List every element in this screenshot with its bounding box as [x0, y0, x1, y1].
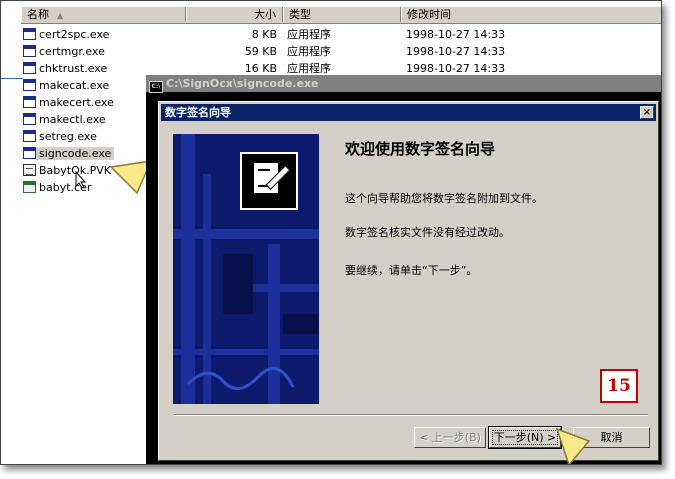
wizard-description-2: 数字签名核实文件没有经过改动。 [345, 226, 510, 239]
exe-icon [23, 79, 36, 91]
file-name-label: makectl.exe [39, 113, 106, 126]
close-button[interactable]: × [640, 106, 654, 119]
button-separator [173, 414, 648, 416]
mouse-cursor-icon [75, 171, 87, 189]
file-name[interactable]: makectl.exe [23, 111, 106, 128]
file-name-label: makecert.exe [39, 96, 114, 109]
file-name-label: certmgr.exe [39, 45, 105, 58]
wizard-description-3: 要继续，请单击“下一步”。 [345, 264, 478, 277]
file-list-header: 名称 ▲ 大小 类型 修改时间 [21, 7, 661, 24]
file-name[interactable]: chktrust.exe [23, 60, 107, 77]
file-name-label: signcode.exe [36, 147, 115, 160]
file-type: 应用程序 [287, 28, 331, 41]
file-name-label: setreg.exe [39, 130, 97, 143]
back-button[interactable]: < 上一步(B) [414, 427, 486, 448]
console-title: C:\SignOcx\signcode.exe [166, 77, 319, 90]
wizard-title: 数字签名向导 [165, 106, 231, 119]
column-header-modified[interactable]: 修改时间 [401, 7, 661, 22]
exe-icon [23, 28, 36, 40]
banner-block [283, 314, 319, 334]
file-size: 59 KB [244, 45, 277, 58]
file-name-label: makecat.exe [39, 79, 110, 92]
file-row[interactable]: certmgr.exe 59 KB 应用程序 1998-10-27 14:33 [1, 43, 661, 60]
certificate-icon [23, 181, 36, 193]
file-name[interactable]: makecat.exe [23, 77, 109, 94]
file-name[interactable]: BabytOk.PVK [23, 162, 111, 179]
sort-ascending-icon: ▲ [57, 11, 64, 20]
file-modified: 1998-10-27 14:33 [406, 28, 506, 41]
signature-scribble-icon [186, 367, 295, 390]
screenshot-frame: 名称 ▲ 大小 类型 修改时间 cert2spc.exe 8 KB 应用程序 1998-… [0, 0, 662, 465]
exe-icon [23, 113, 36, 125]
file-name-label: cert2spc.exe [39, 28, 110, 41]
file-name-label: chktrust.exe [39, 62, 108, 75]
exe-icon [23, 147, 36, 159]
file-row[interactable]: cert2spc.exe 8 KB 应用程序 1998-10-27 14:33 [1, 26, 661, 43]
step-number-badge: 15 [600, 369, 638, 403]
signing-wizard-dialog: 数字签名向导 × 欢迎使用数字签名向导 这个向导帮助您将数字签名附加到文件。 数… [158, 101, 659, 461]
cert-exe-icon [23, 45, 36, 57]
wizard-description-1: 这个向导帮助您将数字签名附加到文件。 [345, 192, 543, 205]
callout-pointer-icon [555, 427, 591, 464]
banner-stripe [173, 229, 319, 239]
file-modified: 1998-10-27 14:33 [406, 45, 506, 58]
wizard-heading: 欢迎使用数字签名向导 [345, 140, 496, 158]
exe-icon [23, 62, 36, 74]
wizard-banner-image [173, 134, 319, 404]
console-icon: C:\ [149, 81, 163, 93]
wizard-titlebar[interactable]: 数字签名向导 × [161, 104, 656, 121]
column-header-type[interactable]: 类型 [283, 7, 401, 22]
document-icon [23, 164, 36, 176]
sign-document-icon [240, 152, 298, 210]
file-name[interactable]: signcode.exe [23, 145, 115, 162]
file-name[interactable]: makecert.exe [23, 94, 114, 111]
exe-icon [23, 96, 36, 108]
file-name[interactable]: cert2spc.exe [23, 26, 109, 43]
console-titlebar[interactable]: C:\ C:\SignOcx\signcode.exe [146, 75, 661, 93]
banner-stripe [173, 349, 319, 355]
file-name[interactable]: setreg.exe [23, 128, 97, 145]
file-name[interactable]: certmgr.exe [23, 43, 105, 60]
file-type: 应用程序 [287, 45, 331, 58]
column-header-size[interactable]: 大小 [186, 7, 283, 22]
file-size: 8 KB [251, 28, 277, 41]
exe-icon [23, 130, 36, 142]
column-header-name[interactable]: 名称 ▲ [21, 7, 186, 22]
banner-block [223, 254, 253, 314]
